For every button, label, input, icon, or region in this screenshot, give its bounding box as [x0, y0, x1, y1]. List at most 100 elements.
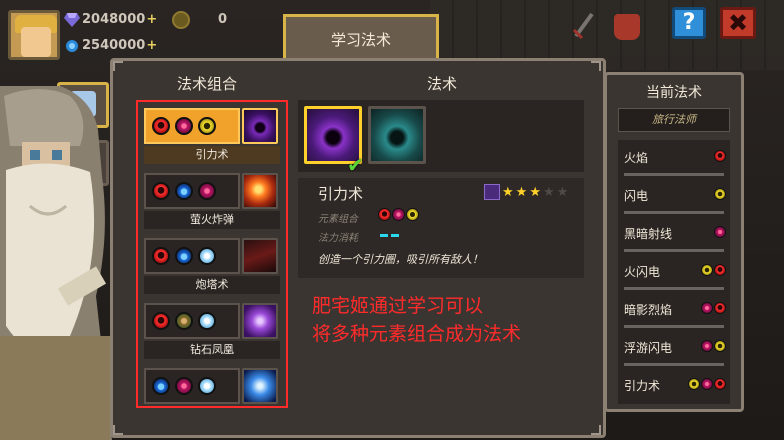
diamond-phoenix-icon [242, 303, 278, 339]
old-wizard-character [0, 86, 112, 440]
combo-name: 引力术 [144, 146, 280, 164]
divider [624, 325, 724, 328]
close-button[interactable]: ✖ [720, 7, 756, 39]
combo-column-title: 法术组合 [176, 75, 237, 93]
combo-elements [144, 303, 240, 339]
help-button[interactable]: ? [672, 7, 706, 39]
earth-element-icon [175, 312, 193, 330]
gem-icon [64, 12, 80, 27]
spell-element-icons [701, 264, 726, 276]
current-spell-name: 闪电 [624, 189, 649, 203]
fire-element-icon [714, 302, 726, 314]
spell-element-icons [714, 188, 726, 200]
star-empty-icon: ★ [542, 184, 555, 200]
combo-name: 钻石凤凰 [144, 341, 280, 359]
divider [624, 211, 724, 214]
current-spell-item[interactable]: 火闪电 [618, 254, 730, 292]
fire-element-icon [714, 264, 726, 276]
sword-icon[interactable] [572, 10, 596, 40]
thunder-element-icon [714, 188, 726, 200]
divider [624, 363, 724, 366]
spell-element-icons [688, 378, 726, 390]
fire-element-icon [152, 117, 170, 135]
combo-item[interactable] [144, 368, 282, 428]
current-spell-item[interactable]: 闪电 [618, 178, 730, 216]
dark-element-icon [175, 117, 193, 135]
spell-mini-icon [484, 184, 500, 200]
current-spell-item[interactable]: 黑暗射线 [618, 216, 730, 254]
mana-bar [380, 234, 388, 237]
coin-icon [172, 11, 190, 29]
annotation-line-2: 将多种元素组合成为法术 [312, 323, 522, 345]
avatar-face [21, 27, 51, 57]
current-spell-name: 火焰 [624, 151, 649, 165]
combo-elements [144, 108, 240, 144]
dark-element-icon [714, 226, 726, 238]
blue-vortex-icon [242, 368, 278, 404]
spell-variant-selected[interactable]: ✔ [304, 106, 364, 177]
spell-rating: ★ ★ ★ ★ ★ [484, 184, 568, 200]
combo-elements [144, 368, 240, 404]
spell-column-title: 法术 [426, 75, 457, 93]
thunder-element-icon [688, 378, 700, 390]
combo-item[interactable]: 钻石凤凰 [144, 303, 282, 363]
panel-corner [113, 61, 123, 71]
element-combo-icons [378, 208, 419, 221]
combo-elements [144, 173, 240, 209]
fire-element-icon [714, 150, 726, 162]
class-name: 旅行法师 [618, 108, 730, 132]
current-spell-item[interactable]: 火焰 [618, 140, 730, 178]
panel-corner [591, 61, 601, 71]
spell-variants: ✔ [298, 100, 584, 177]
crystals-plus[interactable]: + [146, 38, 157, 53]
current-spell-name: 黑暗射线 [624, 227, 673, 241]
light-element-icon [198, 312, 216, 330]
dark-element-icon [392, 208, 405, 221]
bag-icon[interactable] [614, 14, 640, 40]
fire-element-icon [152, 247, 170, 265]
fire-element-icon [152, 182, 170, 200]
star-empty-icon: ★ [556, 184, 569, 200]
fire-element-icon [714, 378, 726, 390]
mana-cost-label: 法力消耗 [318, 233, 358, 244]
combo-name: 萤火炸弹 [144, 211, 280, 229]
current-spell-item[interactable]: 引力术 [618, 368, 730, 406]
current-spell-item[interactable]: 暗影烈焰 [618, 292, 730, 330]
panel-corner [591, 425, 601, 435]
panel-corner [113, 425, 123, 435]
current-spell-item[interactable]: 浮游闪电 [618, 330, 730, 368]
star-icon: ★ [529, 184, 541, 200]
combo-list: 引力术 萤火炸弹 炮塔术 钻石凤凰 [136, 100, 288, 408]
thunder-element-icon [406, 208, 419, 221]
spell-element-icons [714, 226, 726, 238]
combo-elements [144, 238, 240, 274]
spell-element-icons [701, 340, 726, 352]
crystals-counter: 2540000 + [64, 38, 157, 53]
divider [624, 287, 724, 290]
spell-name: 引力术 [318, 185, 364, 203]
divider [624, 173, 724, 176]
combo-item[interactable]: 引力术 [144, 108, 282, 168]
divider [624, 249, 724, 252]
combo-item[interactable]: 萤火炸弹 [144, 173, 282, 233]
water-element-icon [175, 182, 193, 200]
spell-variant[interactable] [368, 106, 426, 164]
player-avatar[interactable] [8, 10, 60, 60]
current-spell-name: 引力术 [624, 379, 661, 393]
dark-element-icon [701, 302, 713, 314]
current-spell-list: 火焰 闪电 黑暗射线 火闪电 暗影烈焰 浮游闪电 引力术 [618, 140, 730, 404]
thunder-element-icon [714, 340, 726, 352]
thunder-element-icon [701, 264, 713, 276]
spell-element-icons [714, 150, 726, 162]
annotation-line-1: 肥宅姬通过学习可以 [312, 295, 484, 317]
fire-element-icon [378, 208, 391, 221]
water-element-icon [152, 377, 170, 395]
dark-element-icon [701, 340, 713, 352]
combo-item[interactable]: 炮塔术 [144, 238, 282, 298]
gems-plus[interactable]: + [146, 12, 157, 27]
check-icon: ✔ [347, 153, 364, 177]
tab-learn-spells[interactable]: 学习法术 [283, 14, 439, 62]
mana-cost-bars [380, 234, 399, 237]
element-combo-label: 元素组合 [318, 214, 358, 225]
gravity-spell-icon [242, 108, 278, 144]
